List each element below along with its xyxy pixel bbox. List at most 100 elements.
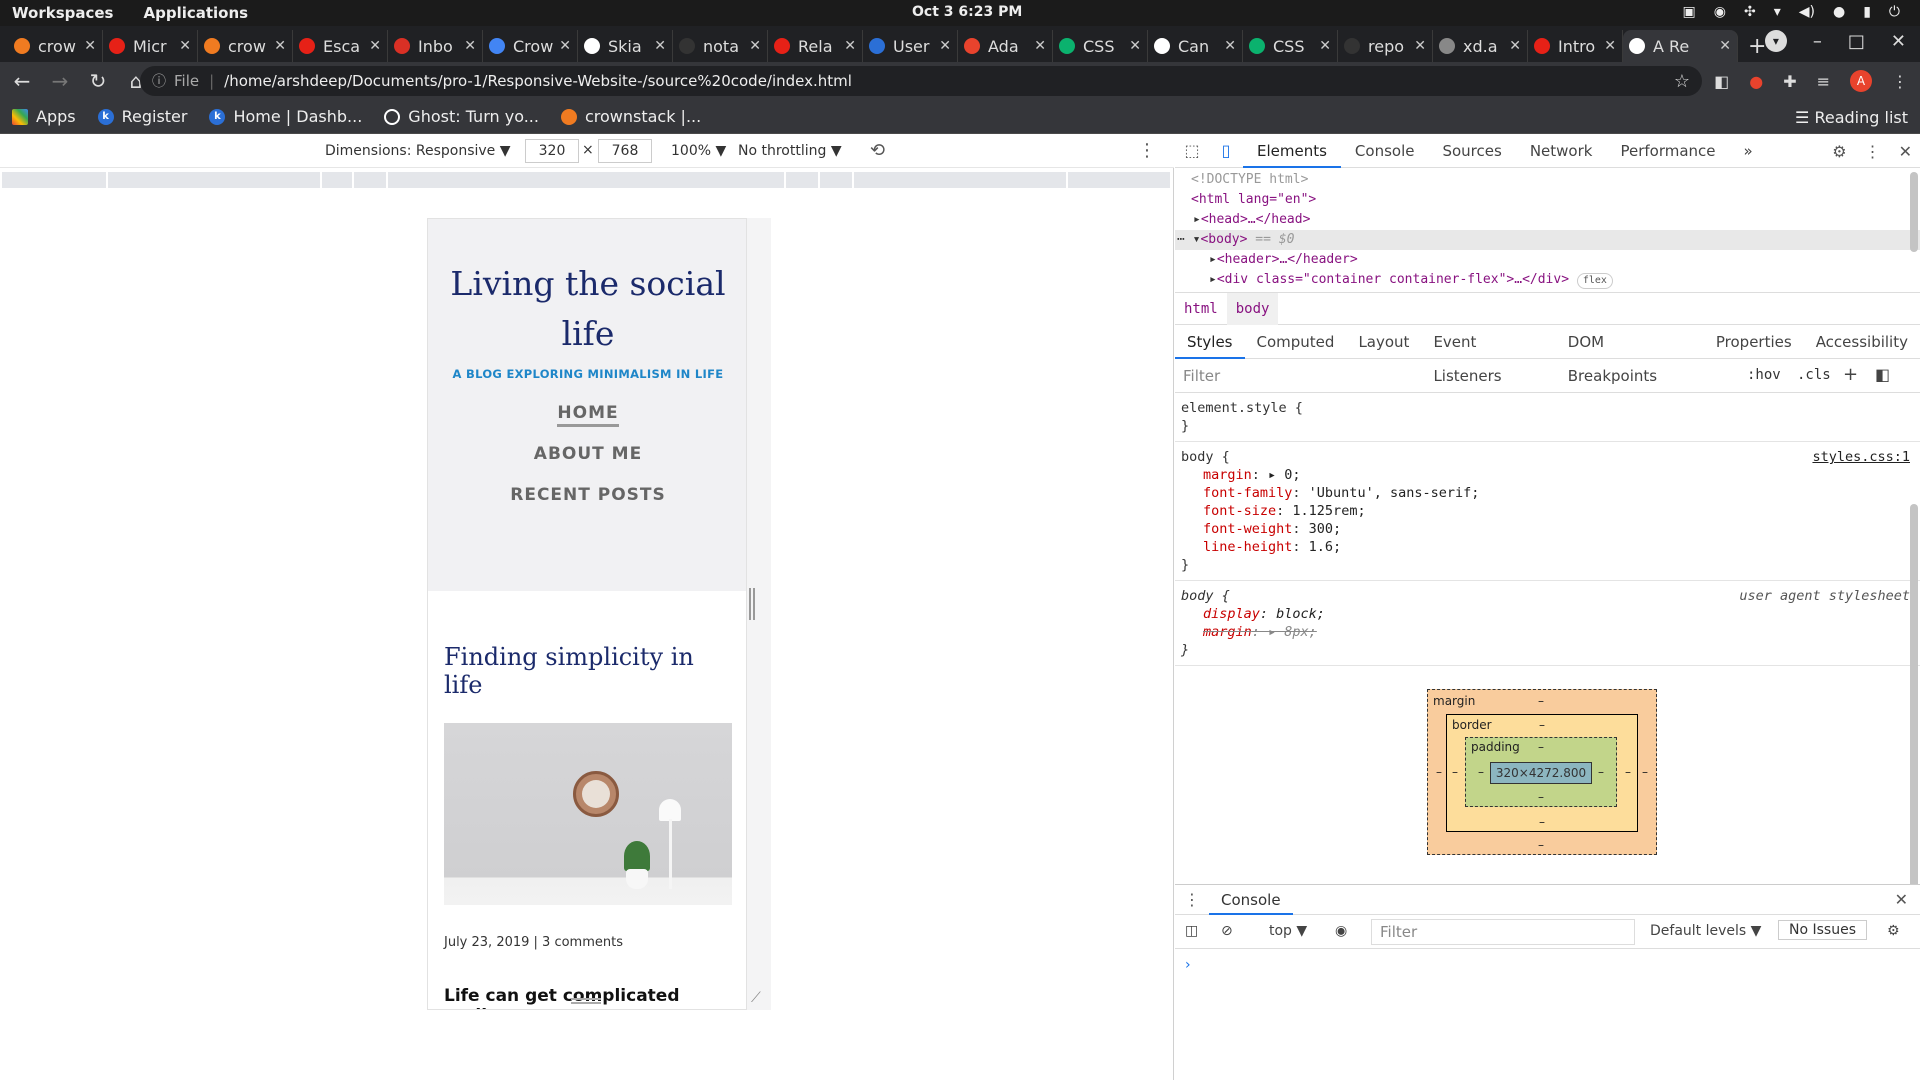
dom-doctype[interactable]: <!DOCTYPE html> <box>1175 170 1920 190</box>
tab-close-icon[interactable]: ✕ <box>179 38 191 54</box>
height-input[interactable]: 768 <box>598 139 652 163</box>
extension-red-icon[interactable]: ● <box>1749 72 1763 91</box>
resize-handle-right[interactable] <box>749 588 755 620</box>
expand-icon[interactable]: ▸ <box>1209 252 1217 267</box>
rule-selector[interactable]: element.style { <box>1181 399 1914 417</box>
padding-right-value[interactable]: – <box>1598 765 1604 779</box>
rule-source-link[interactable]: styles.css:1 <box>1812 448 1910 466</box>
tab-close-icon[interactable]: ✕ <box>464 38 476 54</box>
screen-icon[interactable]: ▣ <box>1683 4 1696 20</box>
subtab-accessibility[interactable]: Accessibility <box>1804 325 1920 359</box>
prop-value[interactable]: 300; <box>1309 521 1342 537</box>
browser-tab[interactable]: Esca ✕ <box>293 30 388 62</box>
tab-close-icon[interactable]: ✕ <box>1034 38 1046 54</box>
dom-header[interactable]: ▸<header>…</header> <box>1175 250 1920 270</box>
minimize-icon[interactable]: – <box>1813 31 1822 52</box>
box-model-border[interactable]: border – – – – padding – – – – 320×4272.… <box>1446 714 1638 832</box>
browser-tab[interactable]: Skia ✕ <box>578 30 673 62</box>
expand-icon[interactable]: ▸ <box>1193 212 1201 227</box>
more-options-icon[interactable]: ⋮ <box>1138 140 1156 161</box>
margin-right-value[interactable]: – <box>1642 765 1648 779</box>
tab-close-icon[interactable]: ✕ <box>1129 38 1141 54</box>
width-input[interactable]: 320 <box>525 139 579 163</box>
css-property[interactable]: font-family: 'Ubuntu', sans-serif; <box>1181 484 1914 502</box>
browser-tab[interactable]: nota ✕ <box>673 30 768 62</box>
bookmark-star-icon[interactable]: ☆ <box>1674 71 1690 92</box>
slack-icon[interactable]: ✣ <box>1744 4 1756 20</box>
clear-console-icon[interactable]: ⊘ <box>1221 923 1233 939</box>
subtab-layout[interactable]: Layout <box>1346 325 1421 359</box>
tab-close-icon[interactable]: ✕ <box>749 38 761 54</box>
tab-close-icon[interactable]: ✕ <box>559 38 571 54</box>
subtab-event-listeners[interactable]: Event Listeners <box>1421 325 1555 385</box>
settings-icon[interactable]: ⚙ <box>1832 142 1846 161</box>
tab-elements[interactable]: Elements <box>1243 134 1341 168</box>
rule-selector[interactable]: body { <box>1181 448 1914 466</box>
device-toggle-icon[interactable]: ▯ <box>1209 141 1243 160</box>
toggle-sidebar-icon[interactable]: ◧ <box>1875 365 1890 384</box>
tab-close-icon[interactable]: ✕ <box>84 38 96 54</box>
bookmark-register[interactable]: k Register <box>97 107 187 126</box>
tab-performance[interactable]: Performance <box>1606 134 1729 168</box>
live-expression-icon[interactable]: ◉ <box>1335 923 1347 939</box>
expand-icon[interactable]: ▸ <box>1209 272 1217 287</box>
power-icon[interactable]: ⏻ <box>1889 4 1900 20</box>
wifi-icon[interactable]: ▾ <box>1774 4 1781 20</box>
extension-icon[interactable]: ◧ <box>1714 72 1729 91</box>
padding-top-value[interactable]: – <box>1538 740 1544 754</box>
new-tab-button[interactable]: + <box>1748 30 1766 62</box>
crumb-body[interactable]: body <box>1226 292 1279 325</box>
resize-handle-bottom[interactable] <box>571 998 601 1004</box>
browser-tab[interactable]: xd.a ✕ <box>1433 30 1528 62</box>
system-clock[interactable]: Oct 3 6:23 PM <box>912 4 1022 20</box>
bookmark-dashboard[interactable]: k Home | Dashb... <box>209 107 362 126</box>
info-icon[interactable]: ⓘ <box>152 71 166 91</box>
console-sidebar-icon[interactable]: ◫ <box>1185 923 1198 939</box>
dom-html[interactable]: <html lang="en"> <box>1175 190 1920 210</box>
devtools-menu-icon[interactable]: ⋮ <box>1865 142 1881 161</box>
tab-sources[interactable]: Sources <box>1428 134 1515 168</box>
box-model-content[interactable]: 320×4272.800 <box>1490 762 1592 784</box>
browser-tab[interactable]: Intro ✕ <box>1528 30 1623 62</box>
battery-icon[interactable]: ▮ <box>1863 4 1871 20</box>
tab-close-icon[interactable]: ✕ <box>1509 38 1521 54</box>
reload-icon[interactable]: ↻ <box>82 69 114 93</box>
post-title[interactable]: Finding simplicity in life <box>444 643 730 699</box>
prop-value[interactable]: 1.6; <box>1309 539 1342 555</box>
rotate-icon[interactable]: ⟲ <box>870 140 885 161</box>
box-model-padding[interactable]: padding – – – – 320×4272.800 <box>1465 737 1617 807</box>
context-select[interactable]: top ▼ <box>1269 923 1307 939</box>
bookmark-ghost[interactable]: Ghost: Turn yo... <box>384 107 539 126</box>
tab-close-icon[interactable]: ✕ <box>1719 38 1731 54</box>
browser-tab[interactable]: repo ✕ <box>1338 30 1433 62</box>
prop-value[interactable]: 'Ubuntu', sans-serif; <box>1309 485 1480 501</box>
tab-close-icon[interactable]: ✕ <box>1319 38 1331 54</box>
close-devtools-icon[interactable]: ✕ <box>1899 142 1912 161</box>
media-query-bar[interactable] <box>2 172 1172 188</box>
subtab-dom-breakpoints[interactable]: DOM Breakpoints <box>1556 325 1704 385</box>
omnibox[interactable]: ⓘ File | /home/arshdeep/Documents/pro-1/… <box>140 66 1702 96</box>
issues-button[interactable]: No Issues <box>1778 920 1867 940</box>
browser-tab[interactable]: Rela ✕ <box>768 30 863 62</box>
browser-tab[interactable]: crow ✕ <box>8 30 103 62</box>
prop-value[interactable]: ▸ 0; <box>1268 467 1301 483</box>
padding-bottom-value[interactable]: – <box>1538 790 1544 804</box>
hov-toggle[interactable]: :hov <box>1747 367 1781 383</box>
profile-avatar[interactable]: A <box>1850 70 1872 92</box>
border-top-value[interactable]: – <box>1539 718 1545 732</box>
bookmark-crownstack[interactable]: crownstack |... <box>560 107 701 126</box>
menu-icon[interactable]: ⋮ <box>1892 72 1908 91</box>
console-settings-icon[interactable]: ⚙ <box>1887 923 1900 939</box>
tab-console[interactable]: Console <box>1341 134 1429 168</box>
browser-tab[interactable]: CSS ✕ <box>1053 30 1148 62</box>
tab-search-icon[interactable]: ▾ <box>1764 30 1787 52</box>
browser-tab[interactable]: Ada ✕ <box>958 30 1053 62</box>
maximize-icon[interactable]: □ <box>1848 31 1865 52</box>
volume-icon[interactable]: ◀) <box>1799 4 1815 20</box>
browser-tab[interactable]: A Re ✕ <box>1623 30 1738 62</box>
resize-handle-corner[interactable]: ⟋ <box>751 990 761 1006</box>
log-levels-select[interactable]: Default levels ▼ <box>1650 923 1761 939</box>
drawer-menu-icon[interactable]: ⋮ <box>1175 890 1209 909</box>
media-icon[interactable]: ≡ <box>1817 72 1830 91</box>
browser-tab[interactable]: crow ✕ <box>198 30 293 62</box>
